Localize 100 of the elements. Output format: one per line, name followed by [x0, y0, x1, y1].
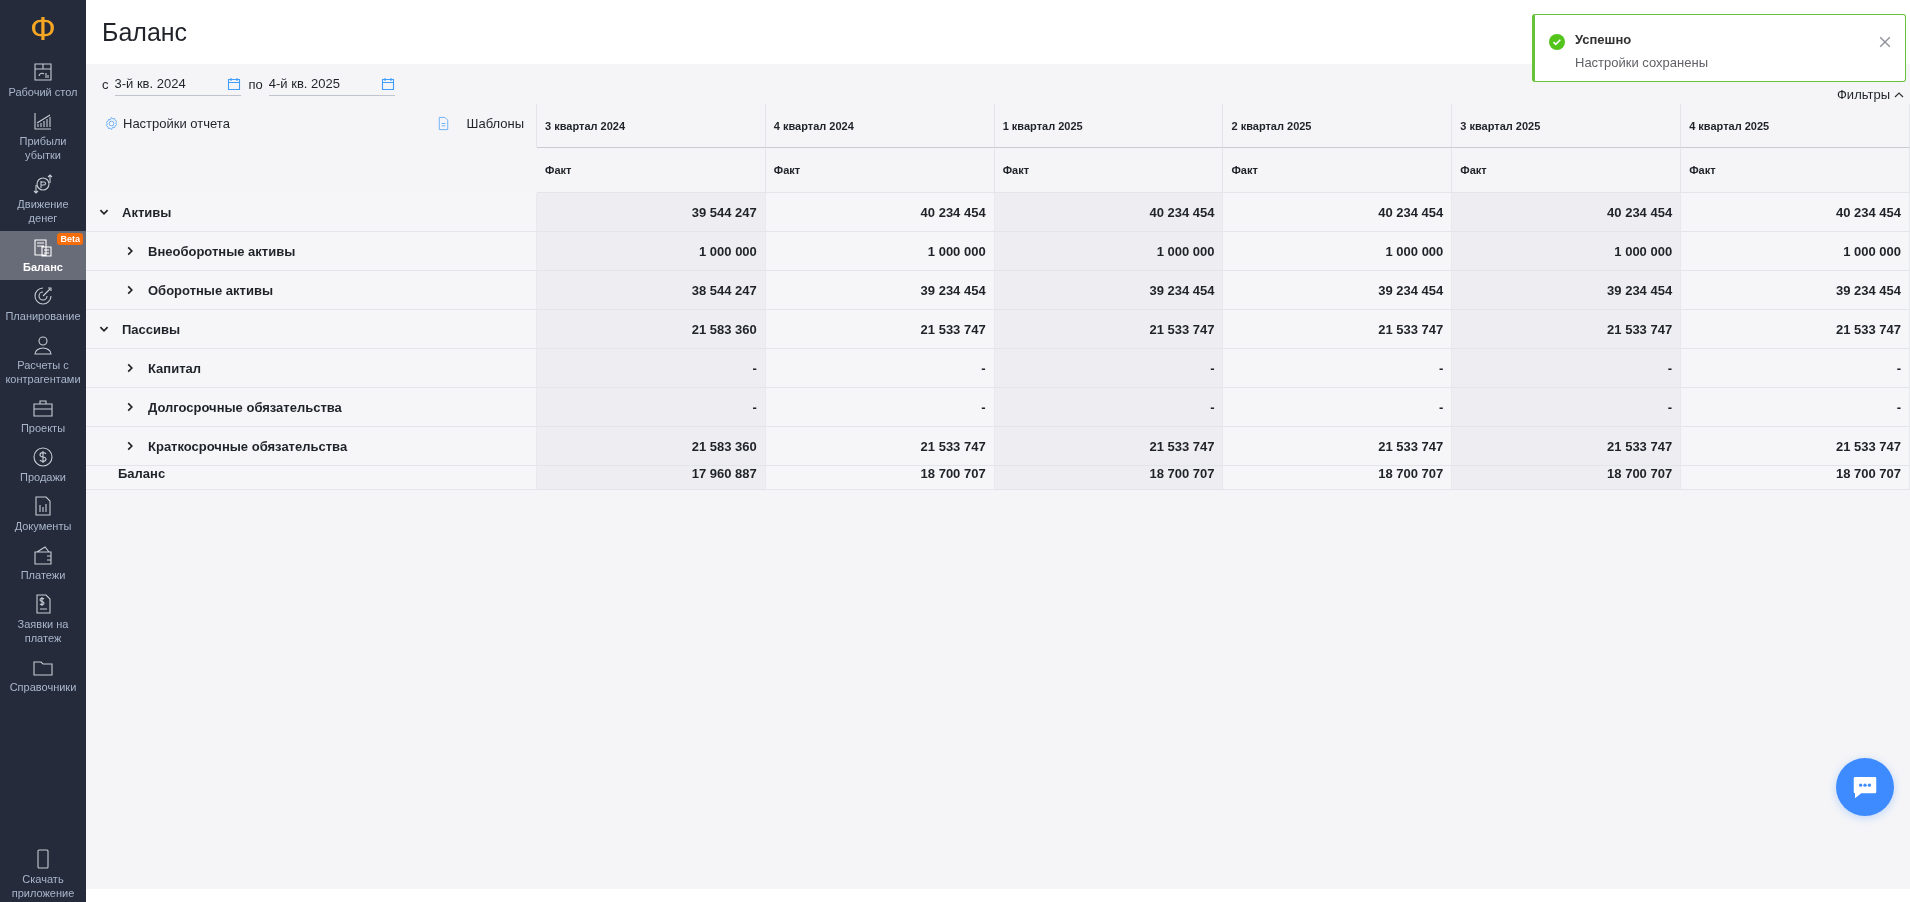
sidebar-item[interactable]: Документы: [0, 490, 86, 539]
table-cell: 40 234 454: [1452, 193, 1682, 232]
nav-icon: [32, 285, 54, 307]
table-cell: 21 533 747: [1452, 427, 1682, 466]
table-cell: 18 700 707: [994, 466, 1224, 490]
row-label: Пассивы: [122, 321, 181, 337]
sidebar-item[interactable]: Расчеты с контрагентами: [0, 329, 86, 392]
sidebar-item[interactable]: Движение денег: [0, 168, 86, 231]
sidebar-item[interactable]: Прибыли убытки: [0, 105, 86, 168]
nav-icon: [32, 446, 54, 468]
table-cell: -: [537, 388, 766, 427]
table-cell: 21 533 747: [765, 310, 995, 349]
table-cell: -: [1681, 388, 1910, 427]
table-cell: 39 234 454: [994, 271, 1224, 310]
table-cell: 39 544 247: [537, 193, 766, 232]
table-cell: 38 544 247: [537, 271, 766, 310]
sidebar-item[interactable]: Планирование: [0, 280, 86, 329]
toast-title: Успешно: [1575, 32, 1633, 47]
table-cell: 18 700 707: [1452, 466, 1682, 490]
sidebar-item[interactable]: Заявки на платеж: [0, 588, 86, 651]
close-button[interactable]: [1879, 36, 1891, 48]
table-cell: -: [1452, 388, 1682, 427]
table-cell: -: [1452, 349, 1682, 388]
toast-message: Настройки сохранены: [1575, 55, 1709, 70]
nav-icon: [32, 173, 54, 195]
row-label: Оборотные активы: [148, 282, 273, 298]
table-cell: 21 533 747: [765, 427, 995, 466]
calendar-icon: [226, 76, 241, 91]
table-cell: 40 234 454: [765, 193, 995, 232]
nav-icon: [32, 544, 54, 566]
table-cell: -: [765, 388, 995, 427]
beta-badge: Beta: [57, 233, 83, 245]
templates-button[interactable]: Шаблоны: [435, 116, 524, 131]
row-label: Капитал: [148, 360, 202, 376]
calendar-icon: [380, 76, 395, 91]
table-cell: 21 533 747: [994, 310, 1224, 349]
table-cell: 17 960 887: [537, 466, 766, 490]
table-cell: 40 234 454: [1681, 193, 1910, 232]
nav-icon: [32, 110, 54, 132]
sidebar-item[interactable]: Beta Баланс: [0, 231, 86, 280]
table-cell: 39 234 454: [765, 271, 995, 310]
table-cell: 21 533 747: [1223, 427, 1453, 466]
table-cell: 39 234 454: [1681, 271, 1910, 310]
nav-icon: [32, 236, 54, 258]
table-cell: 1 000 000: [1681, 232, 1910, 271]
table-cell: 18 700 707: [1223, 466, 1453, 490]
table-cell: -: [765, 349, 995, 388]
column-header: 4 квартал 2024: [773, 119, 854, 132]
sidebar-item[interactable]: Рабочий стол: [0, 56, 86, 105]
table-cell: 1 000 000: [994, 232, 1224, 271]
table-cell: 21 583 360: [537, 310, 766, 349]
table-cell: 39 234 454: [1452, 271, 1682, 310]
row-label: Внеоборотные активы: [148, 243, 296, 259]
table-cell: 18 700 707: [765, 466, 995, 490]
report-settings-button[interactable]: Настройки отчета: [104, 116, 230, 131]
date-field[interactable]: 3-й кв. 2024: [114, 72, 241, 96]
column-subheader: Факт: [1689, 164, 1716, 176]
column-subheader: Факт: [545, 164, 572, 176]
gear-icon: [104, 116, 119, 131]
table-cell: -: [1223, 349, 1453, 388]
row-label: Баланс: [117, 466, 166, 481]
download-app-link[interactable]: Скачать приложение: [0, 843, 86, 902]
table-cell: 21 533 747: [1681, 427, 1910, 466]
sidebar-item[interactable]: Справочники: [0, 651, 86, 700]
to-label: по: [248, 76, 263, 92]
column-header: 4 квартал 2025: [1689, 119, 1770, 132]
row-label: Краткосрочные обязательства: [148, 438, 348, 454]
column-subheader: Факт: [1002, 164, 1030, 176]
column-subheader: Факт: [1460, 164, 1487, 176]
table-cell: 40 234 454: [1223, 193, 1453, 232]
sidebar-item[interactable]: Проекты: [0, 392, 86, 441]
from-label: с: [102, 76, 109, 92]
table-cell: -: [1681, 349, 1910, 388]
date-field[interactable]: 4-й кв. 2025: [268, 72, 395, 96]
table-cell: 18 700 707: [1681, 466, 1910, 490]
table-cell: -: [994, 349, 1224, 388]
column-header: 1 квартал 2025: [1002, 119, 1083, 132]
table-cell: 40 234 454: [994, 193, 1224, 232]
table-cell: 21 583 360: [537, 427, 766, 466]
column-subheader: Факт: [1231, 164, 1258, 176]
table-cell: 21 533 747: [1452, 310, 1682, 349]
sidebar-item[interactable]: Платежи: [0, 539, 86, 588]
table-cell: 21 533 747: [1681, 310, 1910, 349]
table-cell: -: [994, 388, 1224, 427]
column-header: 3 квартал 2025: [1460, 119, 1541, 132]
sidebar-item[interactable]: Продажи: [0, 441, 86, 490]
table-cell: 1 000 000: [1223, 232, 1453, 271]
check-circle-icon: [1549, 34, 1565, 50]
table-cell: 1 000 000: [765, 232, 995, 271]
filters-toggle[interactable]: Фильтры: [1837, 87, 1904, 102]
page-title: Баланс: [102, 17, 188, 47]
table-cell: 1 000 000: [1452, 232, 1682, 271]
logo: Ф: [30, 8, 56, 48]
column-header: 3 квартал 2024: [545, 119, 625, 132]
table-cell: 1 000 000: [537, 232, 766, 271]
table-cell: 39 234 454: [1223, 271, 1453, 310]
table-cell: 21 533 747: [994, 427, 1224, 466]
table-cell: 21 533 747: [1223, 310, 1453, 349]
table-cell: -: [1223, 388, 1453, 427]
column-header: 2 квартал 2025: [1231, 119, 1312, 132]
